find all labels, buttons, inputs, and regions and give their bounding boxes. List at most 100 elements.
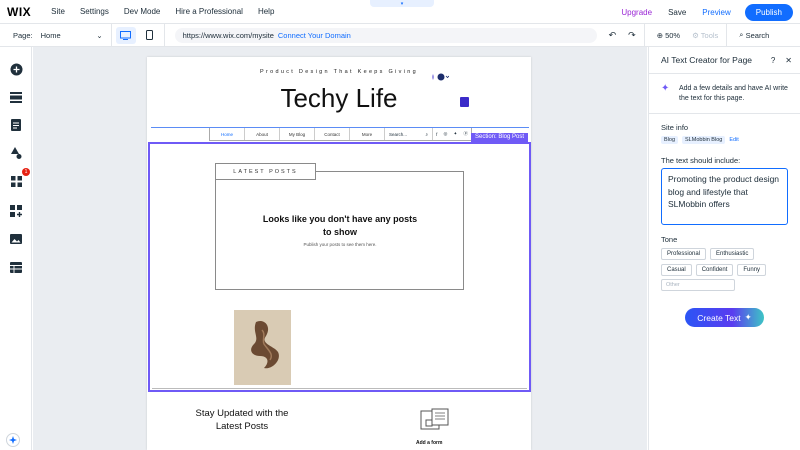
- site-nav-home[interactable]: Home: [210, 128, 245, 140]
- site-nav-my-blog[interactable]: My Blog: [280, 128, 315, 140]
- instagram-icon[interactable]: ◎: [443, 131, 447, 137]
- create-text-label: Create Text: [697, 312, 741, 323]
- chip-blog: Blog: [661, 136, 679, 144]
- pinterest-icon[interactable]: ⓟ: [463, 131, 468, 137]
- tone-enthusiastic[interactable]: Enthusiastic: [710, 248, 755, 260]
- pages-icon[interactable]: [9, 118, 23, 132]
- create-text-button[interactable]: Create Text ✦: [685, 308, 764, 327]
- login-avatar-icon[interactable]: [431, 73, 450, 83]
- menu-help[interactable]: Help: [258, 7, 274, 16]
- tone-row-2: Casual Confident Funny: [661, 264, 767, 276]
- ai-text-panel: AI Text Creator for Page ? ✕ ✦ Add a few…: [648, 47, 800, 450]
- menu-dev-mode[interactable]: Dev Mode: [124, 7, 160, 16]
- preview-button[interactable]: Preview: [702, 8, 730, 17]
- include-label: The text should include:: [661, 156, 741, 165]
- include-textarea[interactable]: Promoting the product design blog and li…: [661, 168, 788, 225]
- site-nav-about[interactable]: About: [245, 128, 280, 140]
- site-search-placeholder: Search...: [389, 131, 408, 137]
- facebook-icon[interactable]: f: [436, 132, 437, 137]
- business-icon[interactable]: [9, 204, 23, 218]
- media-icon[interactable]: [9, 232, 23, 246]
- site-nav-contact[interactable]: Contact: [315, 128, 350, 140]
- newsletter-heading[interactable]: Stay Updated with the Latest Posts: [186, 408, 298, 433]
- tone-confident[interactable]: Confident: [695, 264, 734, 276]
- zoom-icon: ⊕: [656, 30, 663, 40]
- section-tag[interactable]: Section: Blog Post: [471, 133, 529, 142]
- left-sidebar: 1: [0, 47, 32, 450]
- chip-site-name: SLMobbin Blog: [682, 136, 726, 144]
- menu-settings[interactable]: Settings: [80, 7, 109, 16]
- apps-badge: 1: [22, 168, 30, 176]
- url-bar[interactable]: https://www.wix.com/mysite Connect Your …: [174, 27, 597, 43]
- close-icon[interactable]: ✕: [785, 56, 792, 65]
- mobile-icon: [146, 30, 154, 40]
- tone-professional[interactable]: Professional: [661, 248, 707, 260]
- cart-icon[interactable]: [460, 97, 469, 107]
- mobile-view-button[interactable]: [140, 27, 160, 44]
- divider: [110, 23, 112, 47]
- publish-button[interactable]: Publish: [744, 4, 793, 21]
- empty-posts-message: Looks like you don't have any posts to s…: [262, 214, 418, 237]
- cms-icon[interactable]: [9, 260, 23, 274]
- tone-label: Tone: [661, 235, 678, 244]
- page-select-value: Home: [40, 30, 61, 40]
- search-label: Search: [745, 30, 770, 40]
- divider: [643, 23, 645, 47]
- connect-domain-link[interactable]: Connect Your Domain: [278, 31, 351, 40]
- latest-posts-heading[interactable]: LATEST POSTS: [215, 163, 316, 180]
- search-button[interactable]: ⌕ Search: [739, 30, 769, 40]
- desktop-icon: [120, 30, 132, 40]
- redo-icon[interactable]: ↷: [628, 30, 636, 41]
- panel-header: AI Text Creator for Page ? ✕: [649, 47, 800, 74]
- upgrade-link[interactable]: Upgrade: [621, 8, 652, 17]
- apps-icon[interactable]: [9, 174, 23, 188]
- add-icon[interactable]: [9, 62, 23, 76]
- search-icon: ⌕: [425, 131, 428, 137]
- divider: [726, 23, 728, 47]
- add-form-label[interactable]: Add a form: [416, 440, 442, 446]
- zoom-value: 50%: [665, 30, 681, 40]
- site-search-box[interactable]: Search... ⌕: [385, 128, 433, 140]
- social-bar: f ◎ ✦ ⓟ: [433, 128, 471, 140]
- save-button[interactable]: Save: [668, 8, 686, 17]
- edit-site-info-link[interactable]: Edit: [729, 137, 738, 143]
- desktop-view-button[interactable]: [115, 26, 136, 44]
- tools-button[interactable]: ⚙ Tools: [692, 31, 718, 40]
- search-icon: ⌕: [739, 30, 744, 39]
- editor-toolbar: Page: Home ⌄ https://www.wix.com/mysite …: [0, 23, 800, 47]
- other-tone-input[interactable]: Other: [661, 279, 735, 291]
- divider: [163, 23, 165, 47]
- ai-sparkle-icon[interactable]: [6, 433, 20, 447]
- site-info-label: Site info: [661, 123, 689, 132]
- menu-hire-professional[interactable]: Hire a Professional: [175, 7, 243, 16]
- site-nav-more[interactable]: More: [350, 128, 385, 140]
- chevron-down-icon: ⌄: [96, 30, 103, 40]
- undo-icon[interactable]: ↶: [609, 30, 617, 41]
- tone-row-1: Professional Enthusiastic: [661, 248, 755, 260]
- site-url: https://www.wix.com/mysite: [182, 30, 274, 40]
- design-icon[interactable]: [9, 146, 23, 160]
- sections-icon[interactable]: [9, 90, 23, 104]
- top-bar: WIX Site Settings Dev Mode Hire a Profes…: [0, 0, 800, 24]
- site-title[interactable]: Techy Life: [147, 83, 531, 114]
- ai-sparkle-icon: ✦: [661, 83, 670, 94]
- chevron-down-icon: ▾: [400, 0, 404, 7]
- form-placeholder-icon[interactable]: [420, 408, 450, 437]
- site-info-chips: Blog SLMobbin Blog Edit: [661, 136, 739, 144]
- sculpture-image[interactable]: [234, 310, 291, 385]
- menu-site[interactable]: Site: [51, 7, 65, 16]
- zoom-button[interactable]: ⊕ 50%: [657, 31, 680, 40]
- twitter-icon[interactable]: ✦: [454, 131, 458, 137]
- page-selector[interactable]: Home ⌄: [41, 31, 103, 40]
- tone-funny[interactable]: Funny: [737, 264, 767, 276]
- empty-posts-subtext: Publish your posts to see them here.: [303, 242, 377, 247]
- help-icon[interactable]: ?: [771, 56, 775, 65]
- site-tagline[interactable]: Product Design That Keeps Giving: [147, 69, 531, 75]
- tone-casual[interactable]: Casual: [661, 264, 692, 276]
- section-divider: [152, 388, 527, 389]
- panel-intro-text: Add a few details and have AI write the …: [679, 85, 788, 102]
- collapse-toggle[interactable]: ▾: [370, 0, 434, 7]
- divider: [649, 113, 800, 114]
- wix-logo[interactable]: WIX: [7, 5, 31, 19]
- page-label: Page:: [13, 30, 33, 40]
